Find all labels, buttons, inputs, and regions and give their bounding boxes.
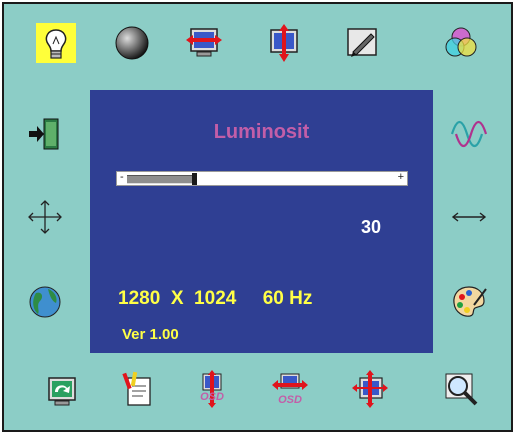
menu-title: Luminosit (213, 121, 310, 143)
move-icon[interactable] (25, 197, 65, 237)
slider-thumb[interactable] (192, 173, 197, 185)
luminosity-slider[interactable]: - + (116, 171, 408, 186)
brightness-icon[interactable] (36, 23, 76, 63)
osd-settings-icon[interactable] (118, 369, 158, 409)
color-icon[interactable] (441, 23, 481, 63)
exit-icon[interactable] (25, 114, 65, 154)
horizontal-size-icon[interactable] (449, 197, 489, 237)
phase-wave-icon[interactable] (449, 114, 489, 154)
sharpness-icon[interactable] (342, 23, 382, 63)
language-globe-icon[interactable] (25, 282, 65, 322)
firmware-version: Ver 1.00 (122, 326, 179, 343)
osd-vertical-label: OSD (200, 391, 224, 403)
contrast-icon[interactable] (112, 23, 152, 63)
adjustment-panel: Luminosit - + 30 1280 X 1024 60 Hz Ver 1… (90, 90, 433, 353)
auto-adjust-icon[interactable] (350, 369, 390, 409)
slider-fill (127, 175, 192, 184)
recall-reset-icon[interactable] (42, 369, 82, 409)
osd-horizontal-position-icon[interactable]: OSD (270, 369, 310, 409)
osd-menu: OSD OSD Luminosit - + 30 1280 X 1024 60 … (2, 2, 513, 432)
slider-minus: - (120, 171, 124, 183)
vertical-position-icon[interactable] (264, 23, 304, 63)
osd-horizontal-label: OSD (278, 394, 302, 406)
osd-vertical-position-icon[interactable]: OSD (192, 369, 232, 409)
slider-plus: + (397, 171, 404, 183)
horizontal-position-icon[interactable] (184, 23, 224, 63)
luminosity-value: 30 (361, 217, 382, 237)
zoom-magnifier-icon[interactable] (441, 369, 481, 409)
palette-icon[interactable] (449, 282, 489, 322)
resolution-readout: 1280 X 1024 60 Hz (118, 288, 313, 309)
